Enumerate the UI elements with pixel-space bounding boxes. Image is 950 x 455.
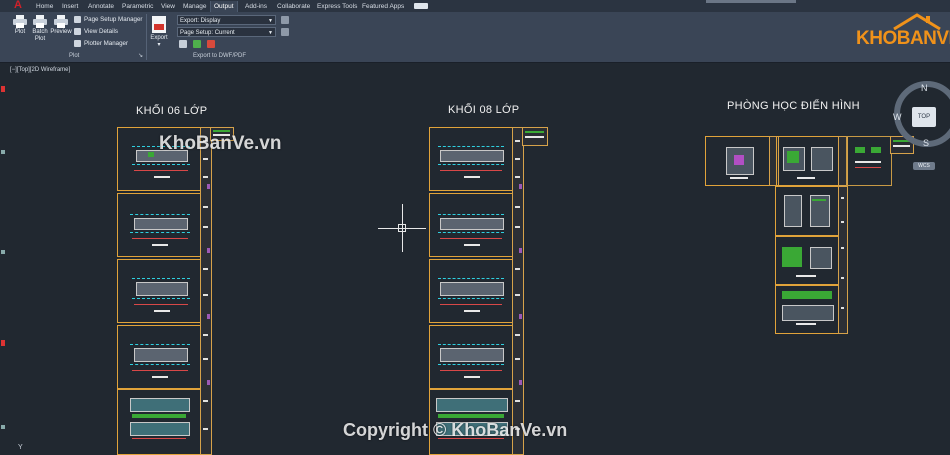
export-panel-title: Export to DWF/PDF [193,53,247,59]
title-bar-fragment [706,0,796,3]
tab-annotate[interactable]: Annotate [85,1,117,12]
batch-plot-button[interactable]: Batch Plot [30,15,50,43]
section-title-khoi-06: KHỐI 06 LỚP [136,105,208,117]
export-setup-icon[interactable] [193,40,201,48]
pdf-options-icon[interactable] [207,40,215,48]
tab-add-ins[interactable]: Add-ins [242,1,270,12]
tab-insert[interactable]: Insert [59,1,81,12]
watermark-copyright: Copyright © KhoBanVe.vn [343,420,568,440]
compass-north-label[interactable]: N [921,83,928,93]
export-options-icon[interactable] [281,16,289,24]
preview-button[interactable]: Preview [50,15,72,36]
page-setup-manager-button[interactable]: Page Setup Manager [74,15,142,25]
drawing-sheet[interactable] [705,136,776,186]
viewport-controls-label[interactable]: [−][Top][2D Wireframe] [10,67,70,73]
tab-featured-apps[interactable]: Featured Apps [359,1,407,12]
tab-parametric[interactable]: Parametric [119,1,156,12]
tab-overflow-dropdown-icon[interactable] [414,3,428,9]
plot-panel-title: Plot [69,53,80,59]
drawing-sheet[interactable] [846,136,892,186]
pickbox-cursor [398,224,406,232]
page-setup-select[interactable]: Page Setup: Current ▼ [177,27,276,37]
drawing-sheet[interactable] [429,325,514,389]
autocad-logo-icon[interactable]: A [14,0,24,11]
page-setup-options-icon[interactable] [281,28,289,36]
export-display-select[interactable]: Export: Display ▼ [177,15,276,25]
tab-output[interactable]: Output [210,1,238,12]
left-edge-markers [0,70,8,453]
drawing-sheet[interactable] [117,389,202,455]
panel-launcher-icon[interactable]: ↘ [138,52,143,59]
sheet-strip[interactable] [838,186,848,334]
drawing-sheet[interactable] [775,186,840,236]
plot-button[interactable]: Plot [10,15,30,36]
watermark-site: KhoBanVe.vn [159,133,282,154]
ucs-icon: Y [18,444,23,451]
pdf-export-icon[interactable] [152,16,166,33]
viewcube-top-face[interactable]: TOP [912,107,936,127]
tab-collaborate[interactable]: Collaborate [274,1,313,12]
chevron-down-icon: ▼ [268,30,273,36]
drawing-sheet[interactable] [117,193,202,257]
wcs-menu[interactable]: WCS [913,162,935,170]
section-title-phong-hoc: PHÒNG HỌC ĐIỂN HÌNH [727,100,860,112]
sheet-strip[interactable] [512,127,524,455]
section-title-khoi-08: KHỐI 08 LỚP [448,104,520,116]
ribbon-tab-bar: A Home Insert Annotate Parametric View M… [0,0,950,12]
tab-manage[interactable]: Manage [180,1,210,12]
view-details-icon [74,27,81,35]
drawing-sheet[interactable] [429,127,514,191]
drawing-sheet[interactable] [776,136,840,186]
compass-south-label[interactable]: S [923,138,929,148]
drawing-sheet[interactable] [429,193,514,257]
page-setup-icon [74,15,81,23]
tab-view[interactable]: View [158,1,178,12]
panel-separator [146,14,147,60]
tab-home[interactable]: Home [33,1,56,12]
title-block[interactable] [522,127,548,146]
sheet-strip[interactable] [200,127,212,455]
drawing-sheet[interactable] [117,259,202,323]
export-button[interactable]: Export [149,35,169,42]
export-dropdown-icon[interactable]: ▾ [149,42,169,49]
preview-export-icon[interactable] [179,40,187,48]
compass-west-label[interactable]: W [893,112,902,122]
logo-text: KHOBANVE [856,28,950,49]
view-details-button[interactable]: View Details [74,27,118,37]
drawing-sheet[interactable] [775,284,840,334]
chevron-down-icon: ▼ [268,18,273,24]
drawing-sheet[interactable] [429,259,514,323]
khobanve-logo: KHOBANVE [852,12,950,58]
drawing-sheet[interactable] [117,325,202,389]
printer-icon [13,15,27,28]
plotter-manager-icon [74,39,81,47]
preview-icon [54,15,68,28]
plotter-manager-button[interactable]: Plotter Manager [74,39,128,49]
drawing-sheet[interactable] [775,236,840,286]
batch-printer-icon [33,15,47,28]
tab-express-tools[interactable]: Express Tools [314,1,360,12]
